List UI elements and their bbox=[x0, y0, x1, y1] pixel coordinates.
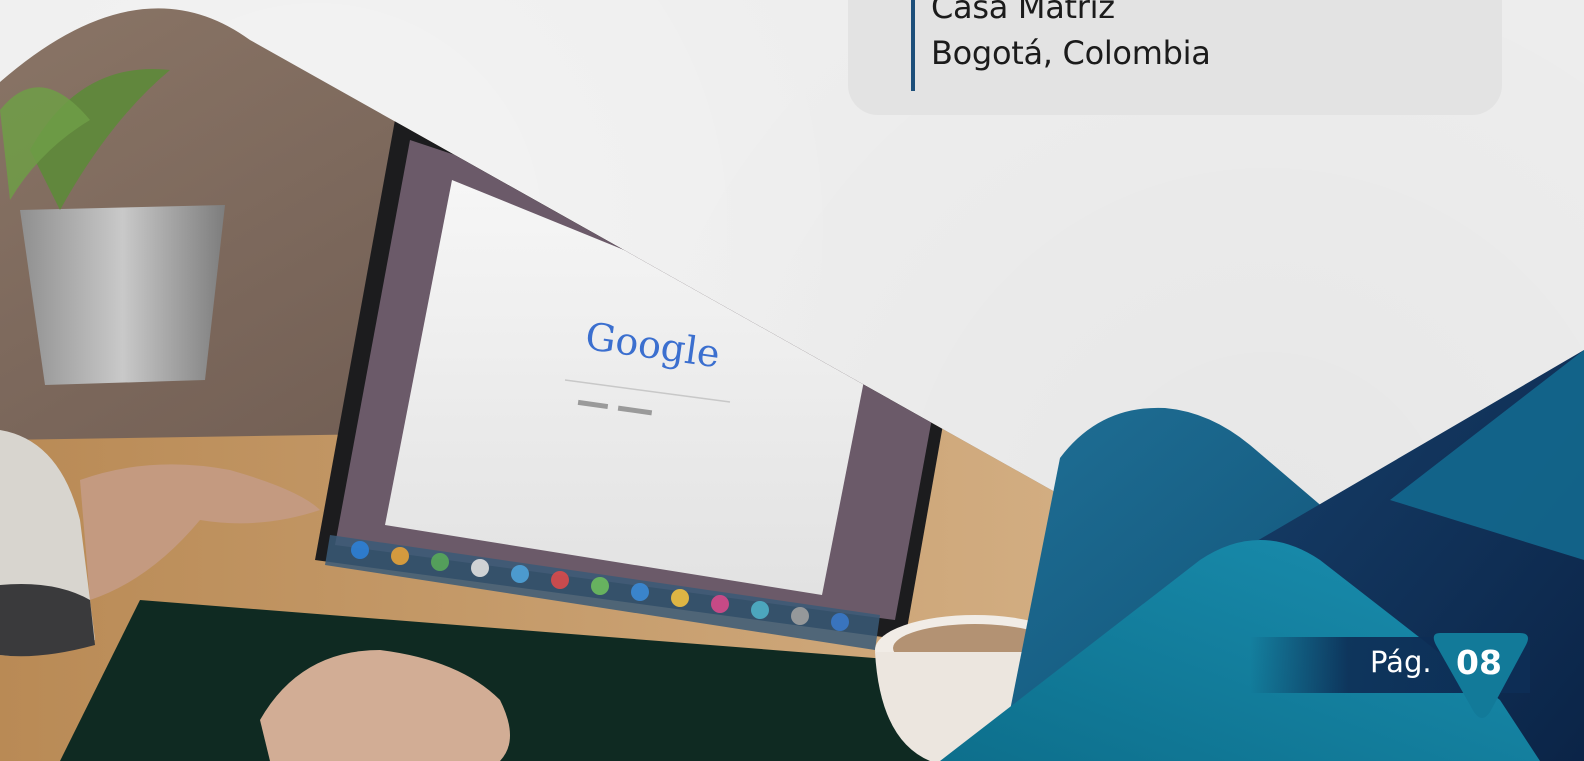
page-number: 08 bbox=[1456, 643, 1502, 682]
page-label: Pág. bbox=[1370, 645, 1432, 679]
decorative-shapes bbox=[940, 350, 1584, 761]
page: Google Casa Matríz Bogotá, Colombia Pág.… bbox=[0, 0, 1584, 761]
